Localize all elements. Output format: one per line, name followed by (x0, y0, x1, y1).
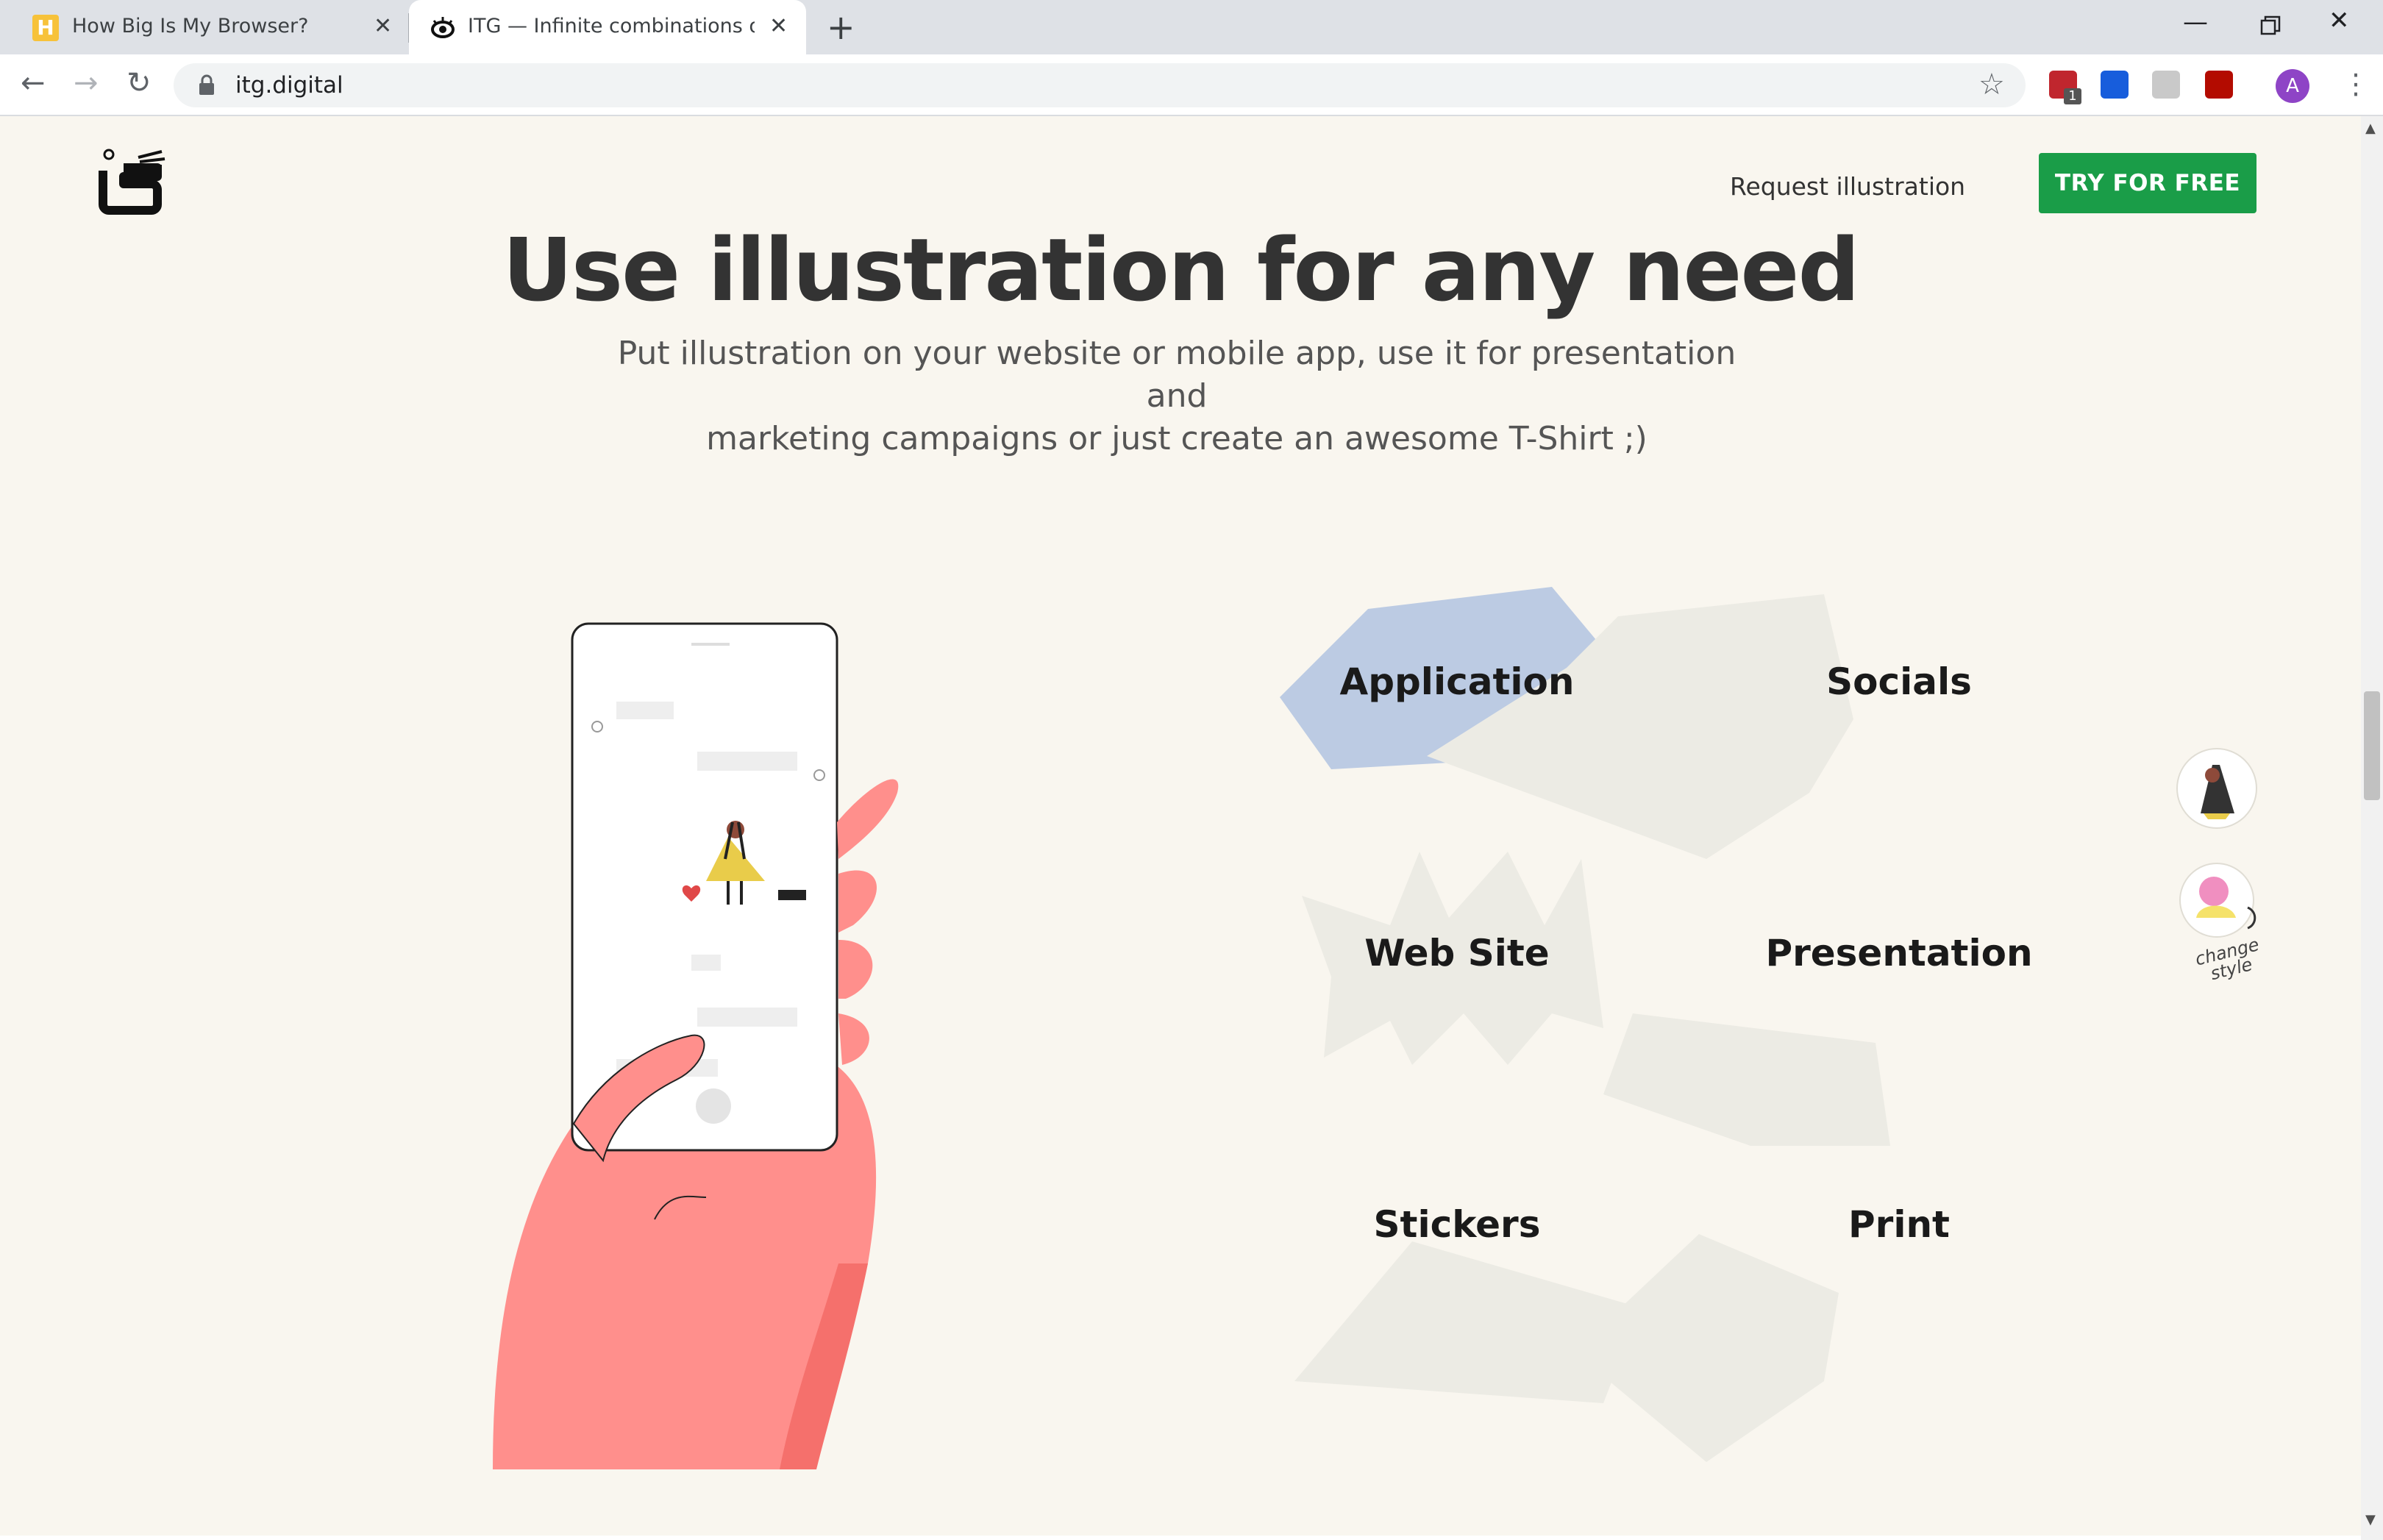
print-shape (1574, 1234, 1839, 1462)
close-icon[interactable]: ✕ (374, 13, 392, 39)
use-case-presentation[interactable]: Presentation (1752, 932, 2046, 974)
profile-avatar[interactable]: A (2276, 69, 2309, 103)
eye-icon (431, 17, 455, 38)
extension-badge: 1 (2064, 88, 2081, 104)
new-tab-button[interactable]: + (827, 7, 855, 47)
scroll-down-arrow[interactable]: ▼ (2365, 1512, 2376, 1527)
lock-icon (199, 74, 214, 95)
bitwarden-extension-icon[interactable] (2101, 71, 2129, 99)
use-case-shapes (1280, 587, 1890, 1462)
tab-itg[interactable]: ITG — Infinite combinations of illustrat… (409, 0, 806, 54)
style-avatar-2[interactable] (2177, 860, 2262, 946)
restore-icon[interactable] (2259, 15, 2282, 37)
page-viewport: Request illustration TRY FOR FREE Use il… (0, 116, 2361, 1536)
hero-subtitle-line: Put illustration on your website or mobi… (617, 335, 1737, 415)
itg-logo-icon[interactable] (94, 147, 168, 215)
tab-favicon-h: H (32, 15, 59, 41)
close-icon[interactable]: ✕ (769, 13, 788, 39)
scrollbar-thumb[interactable] (2364, 691, 2380, 800)
hero-subtitle-line: marketing campaigns or just create an aw… (706, 420, 1648, 457)
page-title: Use illustration for any need (502, 219, 1860, 321)
tab-title: How Big Is My Browser? (72, 15, 309, 38)
bookmark-star-icon[interactable]: ☆ (1978, 68, 2005, 101)
request-illustration-link[interactable]: Request illustration (1730, 172, 1965, 201)
menu-kebab-icon[interactable]: ⋮ (2342, 68, 2370, 100)
use-case-stickers[interactable]: Stickers (1310, 1203, 1604, 1246)
stickers-shape (1294, 1241, 1640, 1403)
close-window-button[interactable]: ✕ (2329, 6, 2350, 35)
presentation-shape (1603, 1013, 1890, 1146)
use-case-socials[interactable]: Socials (1752, 660, 2046, 703)
tab-title: ITG — Infinite combinations of illustrat… (468, 15, 755, 38)
url-text: itg.digital (235, 72, 343, 99)
scrollbar[interactable] (2361, 116, 2383, 1540)
style-avatar-1[interactable] (2174, 746, 2259, 831)
use-case-print[interactable]: Print (1752, 1203, 2046, 1246)
reload-button[interactable]: ↻ (127, 66, 152, 100)
use-case-application[interactable]: Application (1310, 660, 1604, 703)
scroll-up-arrow[interactable]: ▲ (2365, 121, 2376, 136)
forward-button[interactable]: → (74, 66, 99, 100)
try-for-free-button[interactable]: TRY FOR FREE (2039, 153, 2256, 213)
back-button[interactable]: ← (21, 66, 46, 100)
css-extension-icon[interactable] (2152, 71, 2180, 99)
phone-hand-illustration (493, 622, 899, 1469)
minimize-button[interactable]: — (2183, 7, 2208, 37)
tab-how-big-is-my-browser[interactable]: H How Big Is My Browser? ✕ (0, 0, 407, 54)
hero-subtitle: Put illustration on your website or mobi… (588, 332, 1765, 460)
address-bar[interactable] (174, 63, 2026, 107)
pdf-extension-icon[interactable] (2205, 71, 2233, 99)
use-case-website[interactable]: Web Site (1310, 932, 1604, 974)
